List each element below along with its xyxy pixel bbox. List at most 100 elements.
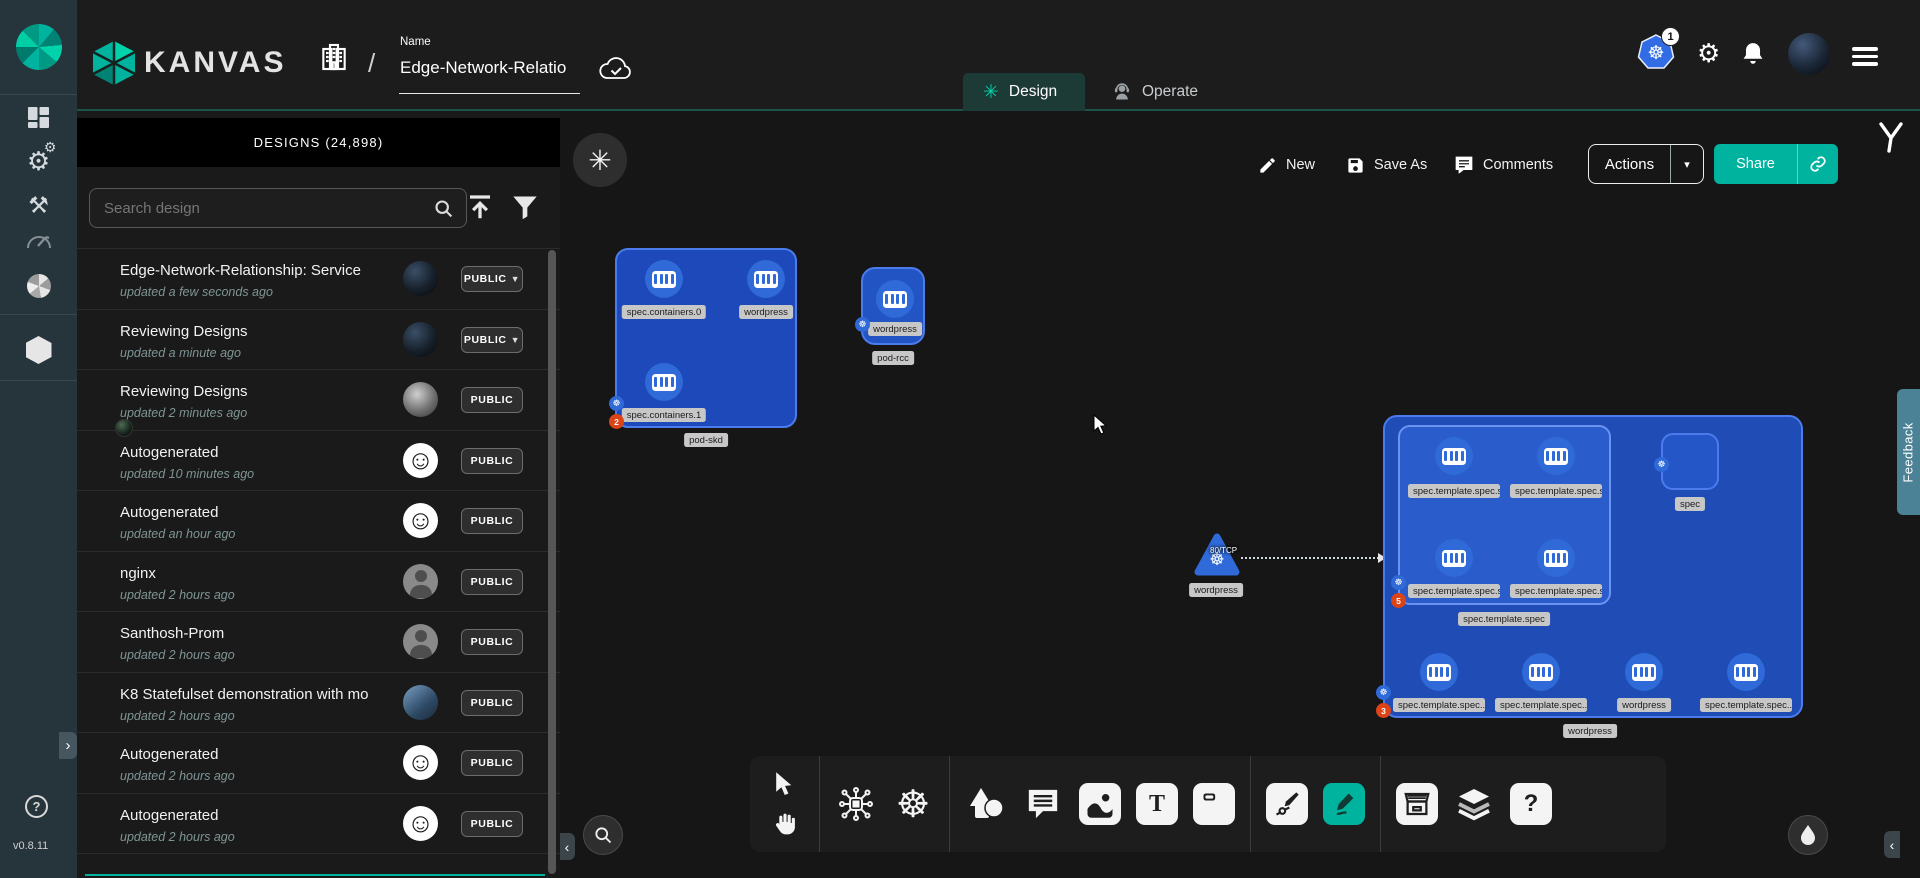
node-group-pod-template[interactable]: spec.template.spec.s... spec.template.sp…: [1398, 425, 1611, 605]
sticky-note-tool-icon[interactable]: [1193, 783, 1235, 825]
copy-link-icon[interactable]: [1798, 155, 1838, 173]
comments-button[interactable]: Comments: [1454, 154, 1553, 176]
sidebar-item-dashboard[interactable]: [0, 106, 77, 129]
design-author-avatar: [403, 322, 438, 357]
collapse-panel-handle[interactable]: ‹: [560, 833, 575, 860]
sidebar-item-configuration[interactable]: ⚒: [0, 192, 77, 219]
design-list-item[interactable]: Autogenerated updated an hour ago ☺ PUBL…: [77, 490, 560, 550]
actions-caret-icon[interactable]: ▾: [1671, 158, 1703, 171]
group-label: pod-rcc: [872, 351, 914, 365]
node-group-pod-rcc[interactable]: wordpress ☸: [861, 267, 925, 345]
notifications-bell-icon[interactable]: [1740, 40, 1766, 68]
menu-hamburger-icon[interactable]: [1852, 43, 1878, 70]
k8s-badge-icon[interactable]: ☸: [1376, 685, 1391, 700]
share-button[interactable]: Share: [1714, 144, 1838, 184]
designs-panel: DESIGNS (24,898) Edge-Network-Relationsh…: [77, 111, 560, 878]
container-node[interactable]: [645, 363, 683, 401]
container-icon: [1442, 448, 1466, 465]
container-node[interactable]: [1435, 539, 1473, 577]
design-list-item[interactable]: nginx updated 2 hours ago PUBLIC: [77, 551, 560, 611]
visibility-badge: PUBLIC: [461, 750, 523, 776]
visibility-badge[interactable]: PUBLIC▼: [461, 327, 523, 353]
import-design-icon[interactable]: [465, 191, 495, 223]
freehand-draw-tool-icon[interactable]: [1323, 783, 1365, 825]
k8s-context-switcher[interactable]: ☸ 1: [1637, 33, 1679, 75]
kubernetes-tool-icon[interactable]: ☸: [892, 783, 934, 825]
organization-icon[interactable]: [318, 40, 350, 74]
collapse-right-handle[interactable]: ‹: [1884, 831, 1900, 858]
design-list-item[interactable]: Reviewing Designs updated 2 minutes ago …: [77, 369, 560, 429]
k8s-badge-icon[interactable]: ☸: [855, 317, 870, 332]
actions-button[interactable]: Actions ▾: [1588, 144, 1704, 184]
recenter-button[interactable]: [1788, 815, 1828, 855]
design-search[interactable]: [89, 188, 467, 228]
container-node[interactable]: [1727, 653, 1765, 691]
service-node[interactable]: ☸: [1193, 532, 1241, 578]
container-node[interactable]: [747, 260, 785, 298]
node-label: spec.containers.1: [622, 408, 706, 422]
select-tool-icon[interactable]: [773, 771, 795, 797]
new-button[interactable]: New: [1258, 154, 1315, 176]
design-search-input[interactable]: [102, 199, 433, 218]
filter-icon[interactable]: [511, 193, 539, 221]
container-node[interactable]: [645, 260, 683, 298]
help-tool-icon[interactable]: ?: [1510, 783, 1552, 825]
container-node[interactable]: [1625, 653, 1663, 691]
design-list-item[interactable]: Edge-Network-Relationship: Service updat…: [77, 248, 560, 308]
container-icon: [1544, 448, 1568, 465]
annotation-comment-tool-icon[interactable]: [1022, 783, 1064, 825]
layers-tool-icon[interactable]: [1453, 783, 1495, 825]
k8s-badge-icon[interactable]: ☸: [1391, 575, 1406, 590]
help-button[interactable]: ?: [25, 795, 48, 818]
save-as-button[interactable]: Save As: [1346, 154, 1427, 176]
pen-tool-icon[interactable]: [1266, 783, 1308, 825]
image-tool-icon[interactable]: [1079, 783, 1121, 825]
tab-design[interactable]: ✳ Design: [963, 73, 1085, 111]
k8s-badge-icon[interactable]: ☸: [1654, 457, 1669, 472]
drawer-tool-icon[interactable]: [1396, 783, 1438, 825]
sidebar-item-lifecycle[interactable]: ⚙⚙: [0, 146, 77, 177]
visibility-badge[interactable]: PUBLIC▼: [461, 266, 523, 292]
design-canvas[interactable]: ✳ New Save As Comments Actions ▾: [560, 111, 1920, 878]
design-list-item[interactable]: Reviewing Designs updated a minute ago P…: [77, 309, 560, 369]
user-avatar[interactable]: [1788, 33, 1830, 75]
designs-scrollbar[interactable]: [548, 250, 556, 874]
error-count-badge[interactable]: 5: [1391, 593, 1406, 608]
design-list-item[interactable]: Autogenerated updated 10 minutes ago ☺ P…: [77, 430, 560, 490]
visibility-badge: PUBLIC: [461, 629, 523, 655]
node-group-deployment[interactable]: spec.template.spec.s... spec.template.sp…: [1383, 415, 1803, 718]
settings-gear-icon[interactable]: ⚙: [1697, 38, 1720, 69]
container-node[interactable]: [1522, 653, 1560, 691]
meshery-logo[interactable]: [0, 0, 77, 95]
tab-operate[interactable]: Operate: [1092, 73, 1218, 111]
text-tool-icon[interactable]: T: [1136, 783, 1178, 825]
container-node[interactable]: [1537, 539, 1575, 577]
design-list-item[interactable]: K8 Statefulset demonstration with mo upd…: [77, 672, 560, 732]
node-group-pod-skd[interactable]: spec.containers.0 wordpress spec.contain…: [615, 248, 797, 428]
pan-tool-icon[interactable]: [772, 811, 797, 837]
container-node[interactable]: [876, 280, 914, 318]
sidebar-item-extensions[interactable]: [0, 274, 77, 298]
error-count-badge[interactable]: 2: [609, 414, 624, 429]
sidebar-item-performance[interactable]: [0, 232, 77, 250]
sidebar-expand-handle[interactable]: ›: [59, 732, 77, 759]
design-list-item[interactable]: Autogenerated updated 2 hours ago ☺ PUBL…: [77, 732, 560, 792]
container-node[interactable]: [1435, 437, 1473, 475]
sidebar-item-kanvas[interactable]: [0, 336, 77, 364]
zoom-button[interactable]: [583, 815, 623, 855]
shapes-tool-icon[interactable]: [965, 783, 1007, 825]
error-count-badge[interactable]: 3: [1376, 703, 1391, 718]
selected-row-indicator: [85, 874, 545, 876]
design-name-input[interactable]: [400, 58, 580, 78]
container-node[interactable]: [1537, 437, 1575, 475]
design-list-item[interactable]: Santhosh-Prom updated 2 hours ago PUBLIC: [77, 611, 560, 671]
node-label: wordpress: [739, 305, 793, 319]
container-node[interactable]: [1420, 653, 1458, 691]
validator-icon[interactable]: [1876, 121, 1906, 159]
feedback-button[interactable]: Feedback: [1897, 389, 1920, 515]
design-list-item[interactable]: Autogenerated updated 2 hours ago ☺ PUBL…: [77, 793, 560, 853]
components-tool-icon[interactable]: [835, 783, 877, 825]
k8s-badge-icon[interactable]: ☸: [609, 396, 624, 411]
node-spec[interactable]: ☸: [1661, 433, 1719, 490]
meshery-canvas-button[interactable]: ✳: [573, 133, 627, 187]
